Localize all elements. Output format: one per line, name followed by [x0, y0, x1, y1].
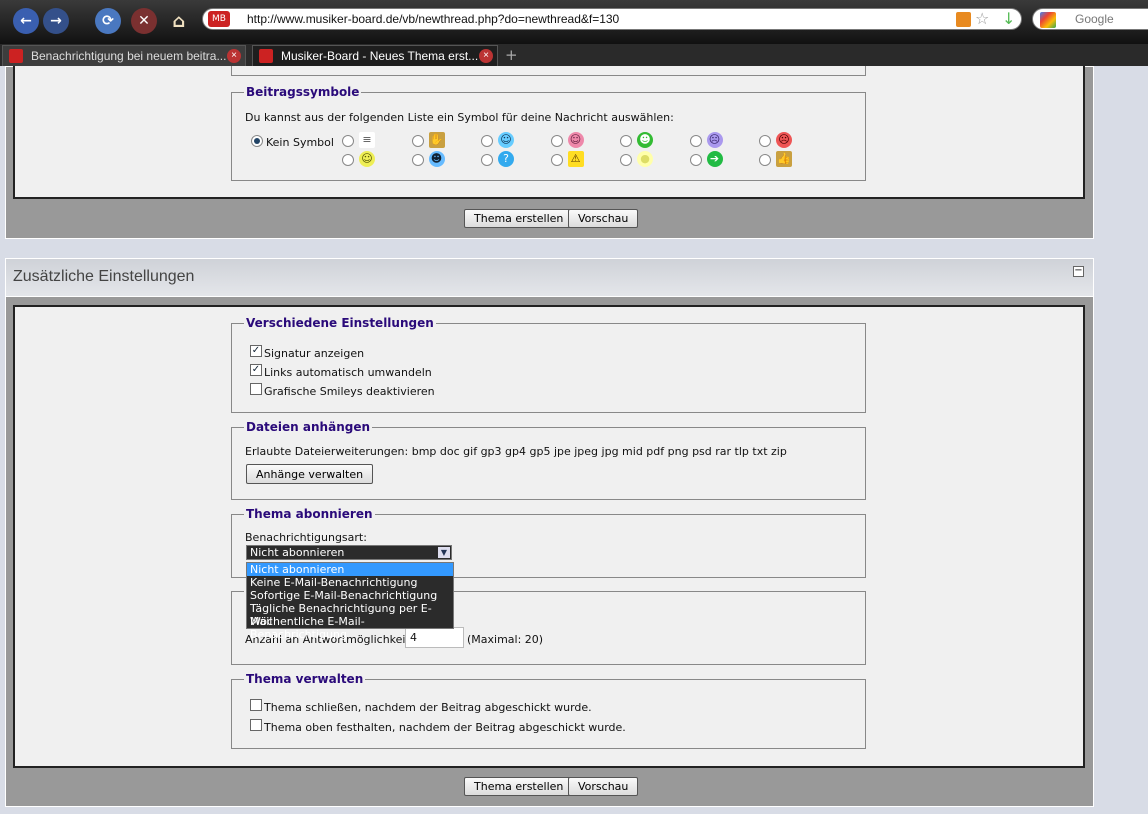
stop-icon[interactable]: ✕ [131, 8, 157, 34]
sticky-thread-label: Thema oben festhalten, nachdem der Beitr… [264, 721, 626, 734]
site-favicon: MB [208, 11, 230, 27]
forward-icon[interactable]: → [43, 8, 69, 34]
rss-icon[interactable] [956, 12, 971, 27]
radio-no-icon[interactable] [251, 135, 263, 147]
favicon [259, 49, 273, 63]
favicon [9, 49, 23, 63]
select-value: Nicht abonnieren [250, 546, 345, 559]
radio-icon-smile[interactable] [342, 154, 354, 166]
subscribe-legend: Thema abonnieren [246, 507, 373, 521]
arrow-icon: ➔ [706, 151, 723, 167]
idea-icon: ● [637, 151, 653, 167]
question-icon: ? [498, 151, 514, 167]
no-icon-label: Kein Symbol [266, 136, 334, 149]
close-tab-icon[interactable]: × [479, 49, 493, 63]
bookmark-star-icon[interactable]: ☆ [975, 9, 989, 28]
warning-icon: ⚠ [567, 151, 584, 167]
manage-attachments-button[interactable]: Anhänge verwalten [246, 464, 374, 484]
tab-benachrichtigung[interactable]: Benachrichtigung bei neuem beitra... × [2, 45, 246, 66]
allowed-extensions: Erlaubte Dateierweiterungen: bmp doc gif… [245, 445, 787, 458]
misc-fieldset: Verschiedene Einstellungen [231, 316, 866, 413]
notification-type-select[interactable]: Nicht abonnieren ▼ [246, 545, 452, 560]
embarrassed-icon: ☺ [567, 132, 584, 148]
manage-legend: Thema verwalten [246, 672, 364, 686]
previous-fieldset [231, 66, 866, 76]
attach-fieldset: Dateien anhängen [231, 420, 866, 500]
disable-smileys-label: Grafische Smileys deaktivieren [264, 385, 435, 398]
radio-icon-frown[interactable] [689, 135, 702, 147]
create-thread-button-top[interactable]: Thema erstellen [464, 209, 574, 228]
radio-icon-cool[interactable] [411, 154, 424, 166]
google-icon [1040, 12, 1056, 28]
close-thread-checkbox[interactable] [250, 699, 262, 711]
signature-checkbox[interactable]: ✓ [250, 345, 262, 357]
radio-icon-wink[interactable] [481, 135, 493, 147]
post-icons-description: Du kannst aus der folgenden Liste ein Sy… [245, 111, 674, 124]
disable-smileys-checkbox[interactable] [250, 383, 262, 395]
radio-icon-question[interactable] [481, 154, 493, 166]
option[interactable]: Tägliche Benachrichtigung per E-Mail [247, 602, 453, 628]
option[interactable]: Wöchentliche E-Mail-Benachrichtigung [247, 615, 453, 641]
option[interactable]: Nicht abonnieren [247, 563, 453, 576]
radio-icon-thumbs-up[interactable] [759, 154, 771, 166]
home-icon[interactable]: ⌂ [166, 8, 192, 34]
post-icons-fieldset: Beitragssymbole [231, 85, 866, 181]
mad-icon: ☹ [776, 132, 792, 148]
section-title: Zusätzliche Einstellungen [13, 268, 195, 285]
new-tab-button[interactable]: + [505, 46, 518, 64]
tab-label: Benachrichtigung bei neuem beitra... [31, 49, 227, 63]
tab-label: Musiker-Board - Neues Thema erst... [281, 49, 479, 63]
tab-neues-thema[interactable]: Musiker-Board - Neues Thema erst... × [252, 45, 498, 66]
radio-icon-mad[interactable] [759, 135, 771, 147]
collapse-icon[interactable]: − [1073, 266, 1084, 277]
radio-icon-arrow[interactable] [689, 154, 702, 166]
thumbs-up-icon: 👍 [776, 151, 792, 167]
answers-input[interactable]: 4 [405, 627, 464, 648]
radio-icon-warning[interactable] [550, 154, 563, 166]
preview-button-bottom[interactable]: Vorschau [568, 777, 639, 796]
back-icon[interactable]: ← [13, 8, 39, 34]
download-icon[interactable]: ↓ [1002, 9, 1015, 28]
misc-legend: Verschiedene Einstellungen [246, 316, 434, 330]
auto-links-checkbox[interactable]: ✓ [250, 364, 262, 376]
smile-icon: ☺ [359, 151, 375, 167]
close-tab-icon[interactable]: × [227, 49, 241, 63]
sticky-thread-checkbox[interactable] [250, 719, 262, 731]
radio-icon-embarrassed[interactable] [550, 135, 563, 147]
wink-icon: ☺ [498, 132, 514, 148]
frown-icon: ☹ [706, 132, 723, 148]
notification-type-options: Nicht abonnieren Keine E-Mail-Benachrich… [246, 562, 454, 641]
radio-icon-idea[interactable] [620, 154, 632, 166]
grin-icon: ☻ [637, 132, 653, 148]
option[interactable]: Keine E-Mail-Benachrichtigung [247, 576, 453, 589]
radio-icon-document[interactable] [342, 135, 354, 147]
radio-icon-thumbs-down[interactable] [411, 135, 424, 147]
post-icons-legend: Beitragssymbole [246, 85, 360, 99]
signature-label: Signatur anzeigen [264, 347, 365, 360]
attach-legend: Dateien anhängen [246, 420, 371, 434]
option[interactable]: Sofortige E-Mail-Benachrichtigung [247, 589, 453, 602]
document-icon: ≡ [359, 132, 375, 148]
radio-icon-grin[interactable] [620, 135, 632, 147]
thumbs-down-icon: ✋ [428, 132, 445, 148]
answers-max: (Maximal: 20) [467, 633, 544, 646]
cool-icon: ☻ [428, 151, 445, 167]
reload-icon[interactable]: ⟳ [95, 8, 121, 34]
subscribe-label: Benachrichtigungsart: [245, 531, 367, 544]
auto-links-label: Links automatisch umwandeln [264, 366, 432, 379]
address-bar[interactable]: http://www.musiker-board.de/vb/newthread… [202, 8, 1022, 30]
chevron-down-icon[interactable]: ▼ [438, 547, 450, 558]
close-thread-label: Thema schließen, nachdem der Beitrag abg… [264, 701, 592, 714]
preview-button-top[interactable]: Vorschau [568, 209, 639, 228]
create-thread-button-bottom[interactable]: Thema erstellen [464, 777, 574, 796]
